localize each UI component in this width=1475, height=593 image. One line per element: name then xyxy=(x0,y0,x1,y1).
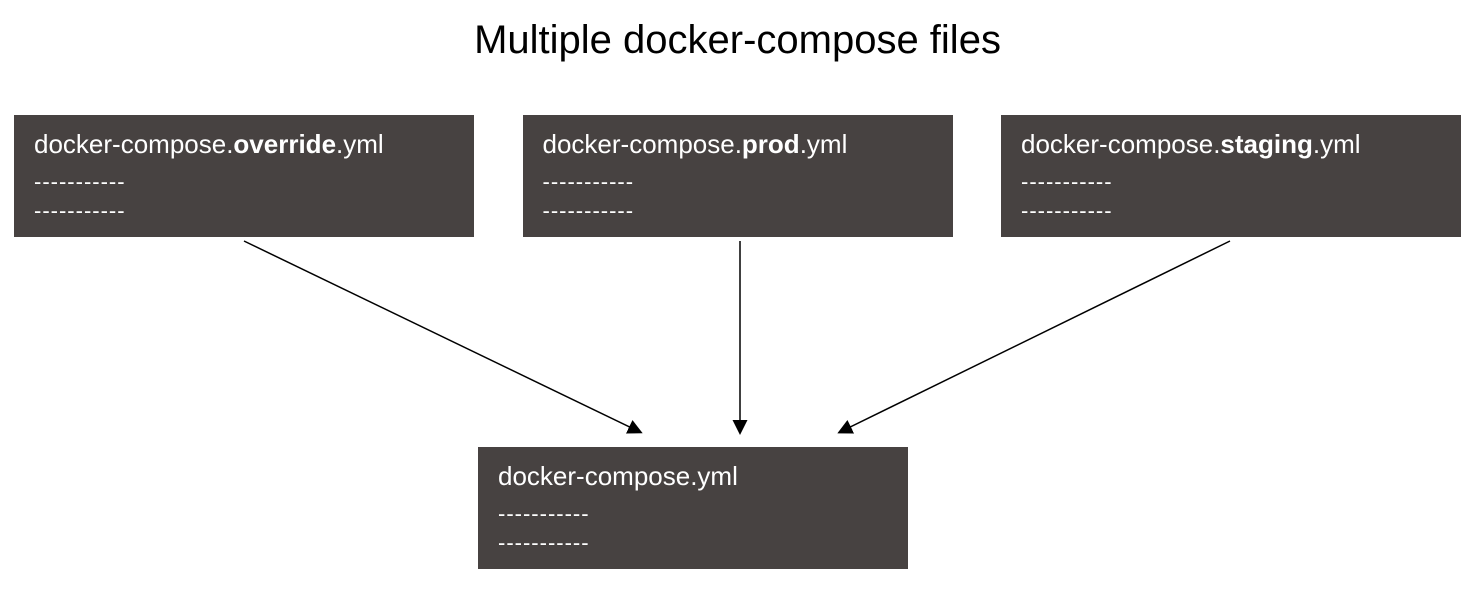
file-box-override: docker-compose.override.yml ----------- … xyxy=(14,115,474,237)
file-prefix: docker-compose. xyxy=(543,129,742,159)
file-content-placeholder: ----------- xyxy=(498,500,888,529)
file-bold: prod xyxy=(742,129,800,159)
arrow-staging-to-base xyxy=(840,241,1230,432)
file-content-placeholder: ----------- xyxy=(1021,168,1441,197)
file-bold: staging xyxy=(1220,129,1312,159)
file-content-placeholder: ----------- xyxy=(543,197,933,226)
diagram-title: Multiple docker-compose files xyxy=(0,0,1475,73)
file-box-staging: docker-compose.staging.yml ----------- -… xyxy=(1001,115,1461,237)
file-content-placeholder: ----------- xyxy=(498,529,888,558)
file-content-placeholder: ----------- xyxy=(1021,197,1441,226)
file-box-base: docker-compose.yml ----------- ---------… xyxy=(478,447,908,569)
file-content-placeholder: ----------- xyxy=(543,168,933,197)
file-name-staging: docker-compose.staging.yml xyxy=(1021,129,1441,160)
top-file-row: docker-compose.override.yml ----------- … xyxy=(0,115,1475,237)
file-content-placeholder: ----------- xyxy=(34,168,454,197)
file-name-base: docker-compose.yml xyxy=(498,461,888,492)
file-suffix: .yml xyxy=(336,129,384,159)
file-prefix: docker-compose. xyxy=(1021,129,1220,159)
file-name-prod: docker-compose.prod.yml xyxy=(543,129,933,160)
file-suffix: .yml xyxy=(800,129,848,159)
file-bold: override xyxy=(233,129,336,159)
file-prefix: docker-compose. xyxy=(34,129,233,159)
file-name-override: docker-compose.override.yml xyxy=(34,129,454,160)
file-box-prod: docker-compose.prod.yml ----------- ----… xyxy=(523,115,953,237)
file-suffix: .yml xyxy=(1313,129,1361,159)
arrow-override-to-base xyxy=(244,241,640,432)
file-content-placeholder: ----------- xyxy=(34,197,454,226)
